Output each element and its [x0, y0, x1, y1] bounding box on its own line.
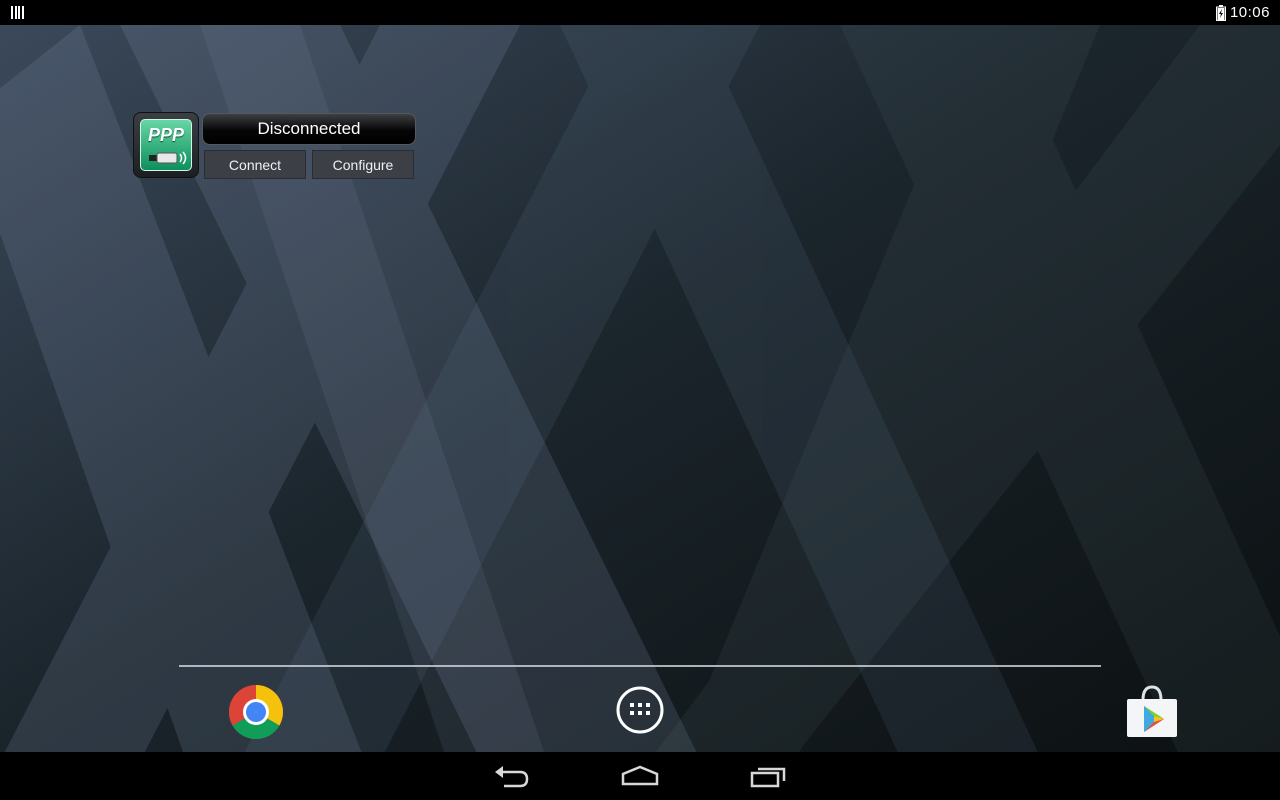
status-bar: 10:06 — [0, 0, 1280, 25]
ppp-app-icon[interactable]: PPP — [133, 112, 199, 178]
ppp-logo-text: PPP — [147, 125, 185, 145]
chrome-icon[interactable] — [228, 684, 284, 740]
connection-status: Disconnected — [202, 113, 416, 145]
app-grid-icon[interactable] — [615, 685, 665, 735]
ppp-widget: PPP Disconnected Connect Configure — [133, 112, 417, 180]
clock: 10:06 — [1229, 4, 1270, 21]
battery-charging-icon — [1215, 4, 1226, 21]
usb-plug-icon — [149, 151, 187, 165]
play-store-icon[interactable] — [1124, 684, 1180, 740]
connect-button[interactable]: Connect — [204, 150, 306, 179]
barcode-icon — [11, 6, 24, 19]
configure-button[interactable]: Configure — [312, 150, 414, 179]
dock-divider — [179, 665, 1101, 667]
home-icon[interactable] — [620, 762, 660, 790]
recents-icon[interactable] — [749, 762, 789, 790]
ppp-logo-icon: PPP — [140, 119, 192, 171]
navigation-bar — [0, 752, 1280, 800]
back-icon[interactable] — [492, 762, 532, 790]
